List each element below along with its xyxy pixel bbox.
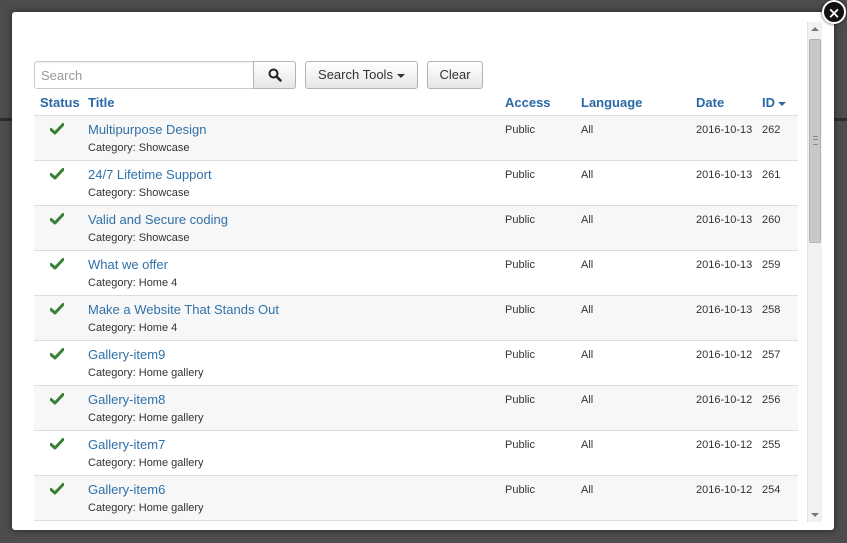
search-button[interactable] — [253, 61, 296, 89]
article-language: All — [581, 124, 594, 136]
table-row: What we offer Category: Home 4 Public All 20… — [34, 251, 798, 296]
article-title-link[interactable]: Gallery-item6 — [88, 482, 165, 497]
article-date: 2016-10-13 — [696, 304, 753, 316]
scroll-down-arrow-icon[interactable] — [811, 513, 819, 517]
article-access: Public — [505, 439, 535, 451]
article-language: All — [581, 169, 594, 181]
article-access: Public — [505, 259, 535, 271]
column-header-id[interactable]: ID — [762, 95, 786, 110]
scroll-up-arrow-icon[interactable] — [811, 27, 819, 31]
table-header: Status Title Access Language Date ID — [34, 93, 798, 116]
article-id: 260 — [762, 214, 781, 226]
article-date: 2016-10-12 — [696, 394, 753, 406]
article-category: Category: Home gallery — [88, 502, 204, 514]
article-id: 255 — [762, 439, 781, 451]
article-title-link[interactable]: Gallery-item7 — [88, 437, 165, 452]
table-row: Gallery-item6 Category: Home gallery Publi… — [34, 476, 798, 521]
table-body: Multipurpose Design Category: Showcase Pub… — [34, 116, 798, 521]
column-header-date[interactable]: Date — [696, 95, 724, 110]
article-id: 259 — [762, 259, 781, 271]
article-title-link[interactable]: Make a Website That Stands Out — [88, 302, 279, 317]
check-icon[interactable] — [50, 213, 64, 225]
article-id: 257 — [762, 349, 781, 361]
article-date: 2016-10-13 — [696, 259, 753, 271]
article-access: Public — [505, 124, 535, 136]
article-language: All — [581, 304, 594, 316]
grip-icon — [813, 136, 818, 145]
article-category: Category: Home 4 — [88, 322, 178, 334]
search-tools-label: Search Tools — [318, 67, 393, 82]
column-header-language[interactable]: Language — [581, 95, 642, 110]
article-date: 2016-10-12 — [696, 484, 753, 496]
article-language: All — [581, 484, 594, 496]
table-row: Gallery-item9 Category: Home gallery Publi… — [34, 341, 798, 386]
article-title-link[interactable]: Multipurpose Design — [88, 122, 207, 137]
article-category: Category: Home gallery — [88, 457, 204, 469]
column-header-access[interactable]: Access — [505, 95, 551, 110]
table-row: Gallery-item8 Category: Home gallery Publi… — [34, 386, 798, 431]
article-title-link[interactable]: Valid and Secure coding — [88, 212, 228, 227]
article-title-link[interactable]: Gallery-item8 — [88, 392, 165, 407]
clear-label: Clear — [439, 67, 471, 82]
article-date: 2016-10-13 — [696, 124, 753, 136]
search-tools-button[interactable]: Search Tools — [305, 61, 418, 89]
article-access: Public — [505, 169, 535, 181]
article-id: 256 — [762, 394, 781, 406]
article-category: Category: Home 4 — [88, 277, 178, 289]
search-input[interactable] — [34, 61, 254, 89]
article-language: All — [581, 214, 594, 226]
column-header-title[interactable]: Title — [88, 95, 115, 110]
article-language: All — [581, 349, 594, 361]
clear-button[interactable]: Clear — [427, 61, 483, 89]
article-title-link[interactable]: Gallery-item9 — [88, 347, 165, 362]
article-access: Public — [505, 394, 535, 406]
article-language: All — [581, 394, 594, 406]
article-date: 2016-10-13 — [696, 214, 753, 226]
table-row: Multipurpose Design Category: Showcase Pub… — [34, 116, 798, 161]
article-category: Category: Home gallery — [88, 412, 204, 424]
check-icon[interactable] — [50, 258, 64, 270]
close-modal-button[interactable]: × — [822, 0, 846, 24]
check-icon[interactable] — [50, 168, 64, 180]
article-date: 2016-10-13 — [696, 169, 753, 181]
check-icon[interactable] — [50, 303, 64, 315]
article-access: Public — [505, 484, 535, 496]
column-header-status[interactable]: Status — [40, 95, 80, 110]
table-row: 24/7 Lifetime Support Category: Showcase P… — [34, 161, 798, 206]
article-id: 262 — [762, 124, 781, 136]
articles-table: Status Title Access Language Date ID Mul… — [34, 93, 798, 521]
column-header-id-label: ID — [762, 95, 775, 110]
article-access: Public — [505, 304, 535, 316]
article-id: 261 — [762, 169, 781, 181]
table-row: Valid and Secure coding Category: Showcas… — [34, 206, 798, 251]
check-icon[interactable] — [50, 348, 64, 360]
check-icon[interactable] — [50, 438, 64, 450]
article-access: Public — [505, 349, 535, 361]
article-select-modal: Search Tools Clear Status Title Access L… — [12, 12, 834, 530]
article-language: All — [581, 259, 594, 271]
article-date: 2016-10-12 — [696, 439, 753, 451]
sort-desc-icon — [778, 101, 786, 106]
vertical-scrollbar[interactable] — [807, 22, 822, 522]
article-category: Category: Home gallery — [88, 367, 204, 379]
caret-down-icon — [396, 73, 405, 78]
article-category: Category: Showcase — [88, 142, 190, 154]
article-id: 258 — [762, 304, 781, 316]
article-language: All — [581, 439, 594, 451]
article-category: Category: Showcase — [88, 187, 190, 199]
article-access: Public — [505, 214, 535, 226]
close-icon: × — [827, 4, 841, 22]
table-row: Make a Website That Stands Out Category: … — [34, 296, 798, 341]
article-id: 254 — [762, 484, 781, 496]
article-title-link[interactable]: 24/7 Lifetime Support — [88, 167, 212, 182]
article-title-link[interactable]: What we offer — [88, 257, 168, 272]
check-icon[interactable] — [50, 393, 64, 405]
check-icon[interactable] — [50, 483, 64, 495]
scrollbar-thumb[interactable] — [809, 39, 821, 243]
table-row: Gallery-item7 Category: Home gallery Publi… — [34, 431, 798, 476]
check-icon[interactable] — [50, 123, 64, 135]
search-icon — [268, 68, 282, 82]
article-date: 2016-10-12 — [696, 349, 753, 361]
article-category: Category: Showcase — [88, 232, 190, 244]
